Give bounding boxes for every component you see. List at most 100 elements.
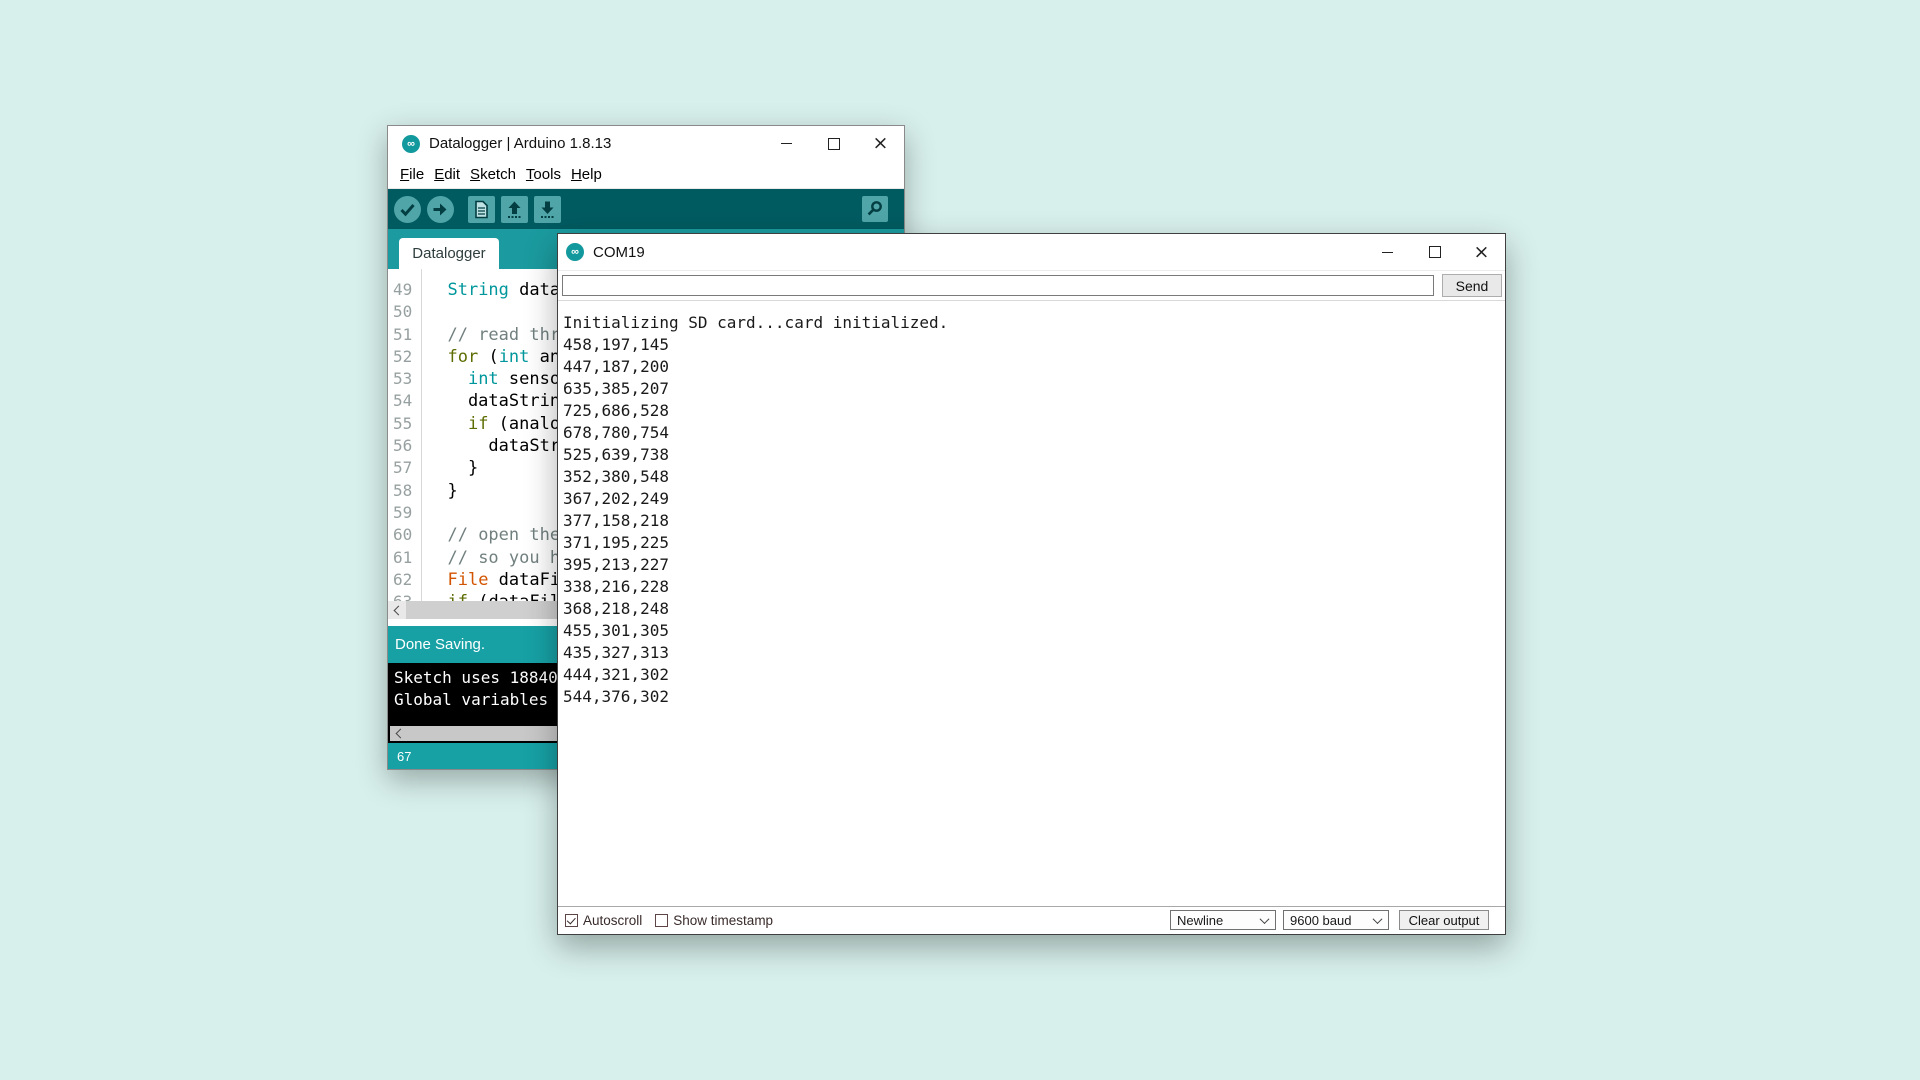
new-document-icon — [468, 196, 495, 223]
tab-label: Datalogger — [412, 245, 485, 262]
ide-menubar: FileEditSketchToolsHelp — [388, 161, 904, 189]
serial-line: 377,158,218 — [563, 510, 948, 532]
autoscroll-checkbox[interactable] — [565, 914, 578, 927]
serial-line: 525,639,738 — [563, 444, 948, 466]
console-scroll-left-button[interactable] — [390, 726, 408, 741]
serial-monitor-button[interactable] — [862, 196, 889, 223]
cursor-line-indicator: 67 — [397, 749, 411, 764]
tab-datalogger[interactable]: Datalogger — [399, 238, 499, 269]
serial-window-title: COM19 — [593, 244, 645, 261]
serial-input[interactable] — [562, 275, 1434, 296]
line-number: 56 — [388, 435, 418, 457]
line-number: 61 — [388, 547, 418, 569]
chevron-left-icon — [394, 605, 404, 615]
serial-line: Initializing SD card...card initialized. — [563, 312, 948, 334]
line-number: 63 — [388, 591, 418, 601]
check-icon — [394, 196, 421, 223]
serial-minimize-button[interactable] — [1364, 234, 1411, 270]
menu-sketch[interactable]: Sketch — [465, 166, 521, 183]
line-ending-select[interactable]: Newline — [1170, 910, 1276, 930]
status-message: Done Saving. — [395, 636, 485, 653]
serial-output-lines: Initializing SD card...card initialized.… — [563, 312, 948, 708]
arrow-up-icon — [501, 196, 528, 223]
serial-line: 635,385,207 — [563, 378, 948, 400]
serial-line: 338,216,228 — [563, 576, 948, 598]
serial-line: 458,197,145 — [563, 334, 948, 356]
serial-output-area[interactable]: Initializing SD card...card initialized.… — [558, 300, 1505, 906]
line-number: 58 — [388, 480, 418, 502]
arrow-right-icon — [427, 196, 454, 223]
menu-tools[interactable]: Tools — [521, 166, 566, 183]
clear-output-label: Clear output — [1409, 913, 1480, 928]
serial-send-row: Send — [558, 271, 1505, 300]
serial-line: 368,218,248 — [563, 598, 948, 620]
arduino-logo-icon: ∞ — [566, 243, 584, 261]
serial-maximize-button[interactable] — [1411, 234, 1458, 270]
new-sketch-button[interactable] — [468, 196, 495, 223]
upload-button[interactable] — [427, 196, 454, 223]
line-number: 55 — [388, 413, 418, 435]
save-sketch-button[interactable] — [534, 196, 561, 223]
serial-titlebar[interactable]: ∞ COM19 × — [558, 234, 1505, 271]
serial-line: 455,301,305 — [563, 620, 948, 642]
serial-line: 444,321,302 — [563, 664, 948, 686]
serial-line: 435,327,313 — [563, 642, 948, 664]
menu-edit[interactable]: Edit — [429, 166, 465, 183]
serial-line: 544,376,302 — [563, 686, 948, 708]
menu-help[interactable]: Help — [566, 166, 607, 183]
timestamp-toggle[interactable]: Show timestamp — [655, 913, 773, 928]
autoscroll-label[interactable]: Autoscroll — [583, 913, 642, 928]
scroll-left-button[interactable] — [388, 601, 406, 619]
timestamp-checkbox[interactable] — [655, 914, 668, 927]
send-button-label: Send — [1456, 278, 1489, 294]
serial-line: 447,187,200 — [563, 356, 948, 378]
close-icon: × — [1474, 243, 1490, 262]
menu-file[interactable]: File — [395, 166, 429, 183]
serial-monitor-window: ∞ COM19 × Send Initializing SD card...ca… — [557, 233, 1506, 935]
timestamp-label[interactable]: Show timestamp — [673, 913, 773, 928]
serial-bottombar: Autoscroll Show timestamp Newline 9600 b… — [558, 906, 1505, 933]
minimize-icon — [1382, 252, 1393, 253]
line-number: 62 — [388, 569, 418, 591]
line-ending-value: Newline — [1177, 913, 1223, 928]
chevron-down-icon — [1260, 914, 1270, 924]
ide-window-title: Datalogger | Arduino 1.8.13 — [429, 135, 611, 152]
clear-output-button[interactable]: Clear output — [1399, 910, 1489, 930]
line-number: 49 — [388, 279, 418, 301]
ide-minimize-button[interactable] — [763, 126, 810, 161]
serial-line: 725,686,528 — [563, 400, 948, 422]
chevron-left-icon — [396, 729, 406, 739]
ide-maximize-button[interactable] — [810, 126, 857, 161]
baud-rate-select[interactable]: 9600 baud — [1283, 910, 1389, 930]
line-number: 53 — [388, 368, 418, 390]
line-number: 52 — [388, 346, 418, 368]
chevron-down-icon — [1373, 914, 1383, 924]
autoscroll-toggle[interactable]: Autoscroll — [565, 913, 642, 928]
serial-line: 395,213,227 — [563, 554, 948, 576]
baud-rate-value: 9600 baud — [1290, 913, 1351, 928]
magnifier-icon — [862, 196, 888, 222]
ide-close-button[interactable]: × — [857, 126, 904, 161]
arduino-logo-icon: ∞ — [402, 135, 420, 153]
check-icon — [566, 915, 575, 924]
ide-titlebar[interactable]: ∞ Datalogger | Arduino 1.8.13 × — [388, 126, 904, 161]
line-number: 51 — [388, 324, 418, 346]
line-number: 60 — [388, 524, 418, 546]
serial-line: 367,202,249 — [563, 488, 948, 510]
open-sketch-button[interactable] — [501, 196, 528, 223]
send-button[interactable]: Send — [1442, 274, 1502, 297]
ide-toolbar — [388, 189, 904, 229]
line-number: 57 — [388, 457, 418, 479]
line-number: 59 — [388, 502, 418, 524]
serial-close-button[interactable]: × — [1458, 234, 1505, 270]
serial-line: 371,195,225 — [563, 532, 948, 554]
minimize-icon — [781, 143, 792, 144]
arrow-down-icon — [534, 196, 561, 223]
maximize-icon — [828, 138, 840, 150]
close-icon: × — [873, 134, 889, 153]
maximize-icon — [1429, 246, 1441, 258]
serial-line: 352,380,548 — [563, 466, 948, 488]
serial-line: 678,780,754 — [563, 422, 948, 444]
line-number: 54 — [388, 390, 418, 412]
verify-button[interactable] — [394, 196, 421, 223]
